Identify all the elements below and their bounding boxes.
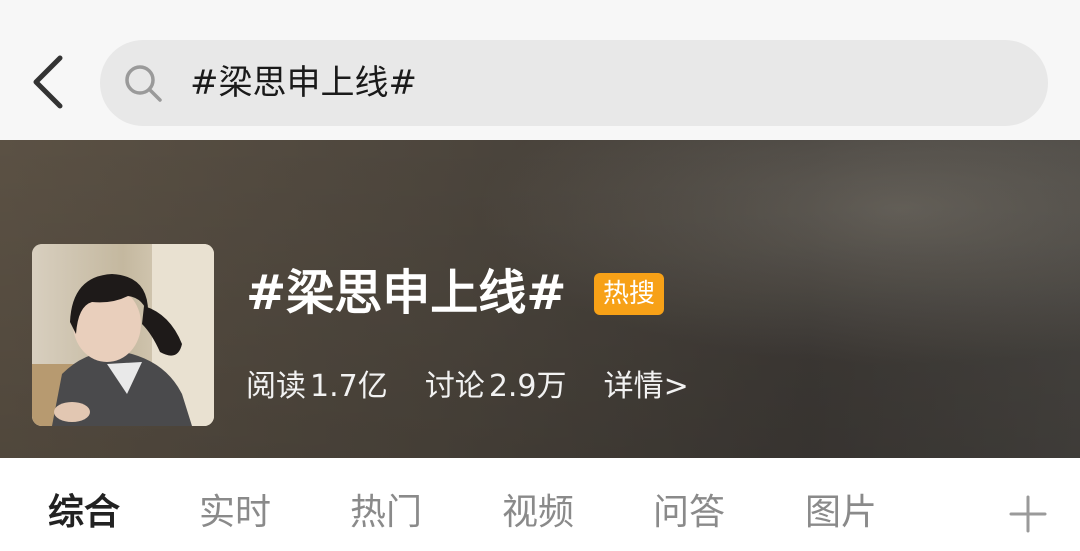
tab-realtime[interactable]: 实时 <box>199 488 271 538</box>
top-navigation-bar: #梁思申上线# <box>0 0 1080 140</box>
content-tabs: 综合 实时 热门 视频 问答 图片 <box>0 458 1080 551</box>
topic-title: #梁思申上线# <box>246 265 567 321</box>
tab-popular[interactable]: 热门 <box>350 488 422 538</box>
discuss-count-label: 讨论 <box>424 369 485 404</box>
chevron-left-icon <box>33 55 63 109</box>
add-tab-button[interactable] <box>1008 494 1048 534</box>
topic-header-banner: #梁思申上线# 热搜 阅读 1.7亿 讨论 2.9万 详情> <box>0 140 1080 458</box>
read-count-value: 1.7亿 <box>310 369 388 404</box>
plus-icon <box>1009 495 1047 533</box>
tab-comprehensive[interactable]: 综合 <box>48 488 120 538</box>
tab-qa[interactable]: 问答 <box>653 488 725 538</box>
back-button[interactable] <box>26 50 72 114</box>
details-link[interactable]: 详情> <box>604 362 689 412</box>
tab-images[interactable]: 图片 <box>805 488 877 538</box>
topic-cover-image[interactable] <box>32 244 214 426</box>
cover-photo-illustration <box>32 244 214 426</box>
topic-stats: 阅读 1.7亿 讨论 2.9万 详情> <box>246 362 689 412</box>
read-count-label: 阅读 <box>246 369 306 404</box>
discuss-count-value: 2.9万 <box>488 369 567 404</box>
tab-video[interactable]: 视频 <box>502 488 574 538</box>
hot-search-badge: 热搜 <box>594 273 664 315</box>
search-box[interactable]: #梁思申上线# <box>100 40 1048 126</box>
search-query-text[interactable]: #梁思申上线# <box>190 40 417 126</box>
search-icon <box>125 65 162 102</box>
